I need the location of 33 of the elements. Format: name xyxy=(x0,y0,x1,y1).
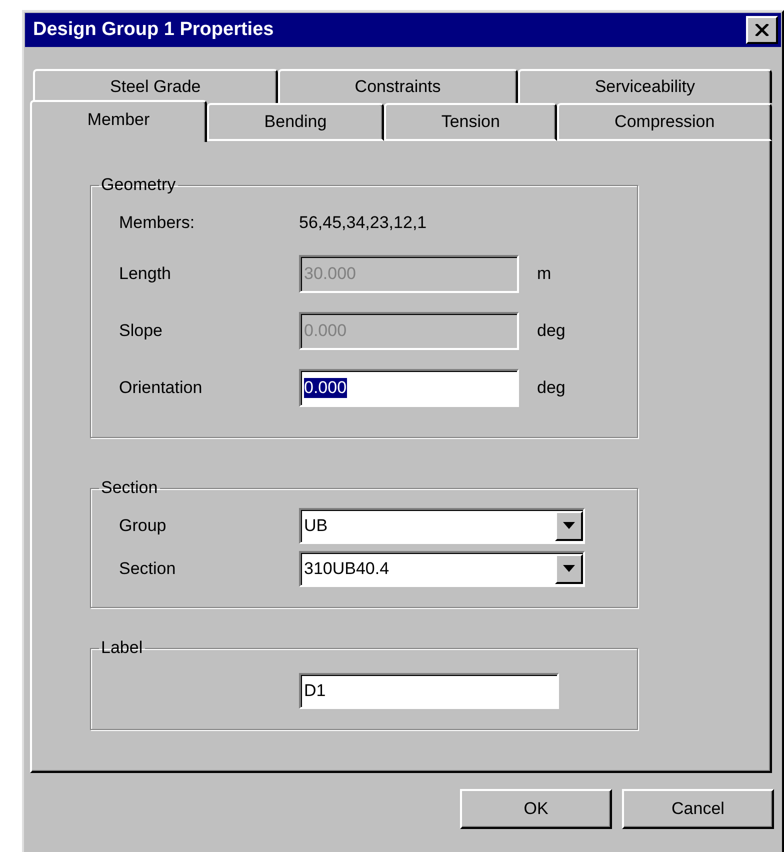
input-field[interactable]: 0.000 xyxy=(299,368,519,406)
field-label: Group xyxy=(119,516,168,536)
dropdown[interactable]: UB xyxy=(299,508,585,544)
input-field[interactable]: D1 xyxy=(299,673,559,709)
group-title: Geometry xyxy=(100,175,177,195)
unit-label: deg xyxy=(537,320,566,340)
dropdown[interactable]: 310UB40.4 xyxy=(299,550,585,586)
field-label: Orientation xyxy=(119,378,204,398)
caret-icon xyxy=(563,522,575,529)
field-label: Section xyxy=(119,558,177,578)
dialog-button[interactable]: Cancel xyxy=(622,789,774,829)
tab[interactable]: Tension xyxy=(384,103,558,141)
members-value: 56,45,34,23,12,1 xyxy=(299,213,427,233)
tab[interactable]: Compression xyxy=(557,103,772,141)
tab[interactable]: Bending xyxy=(206,103,384,141)
field-label: Slope xyxy=(119,320,164,340)
dialog-button[interactable]: OK xyxy=(460,789,612,829)
field-label: Members: xyxy=(119,213,196,233)
tab[interactable]: Constraints xyxy=(278,69,518,103)
caret-icon xyxy=(563,565,575,572)
unit-label: deg xyxy=(537,378,566,398)
unit-label: m xyxy=(537,264,552,284)
tab[interactable]: Member xyxy=(30,100,207,142)
dropdown-button[interactable] xyxy=(555,510,583,540)
group-title: Label xyxy=(100,638,144,658)
close-icon xyxy=(755,24,769,36)
dropdown-button[interactable] xyxy=(555,554,583,584)
tab[interactable]: Serviceability xyxy=(518,69,772,103)
tab[interactable]: Steel Grade xyxy=(33,69,278,103)
field-label: Length xyxy=(119,264,172,284)
group-title: Section xyxy=(100,478,159,498)
window-title: Design Group 1 Properties xyxy=(33,19,274,41)
close-button[interactable] xyxy=(746,16,778,44)
